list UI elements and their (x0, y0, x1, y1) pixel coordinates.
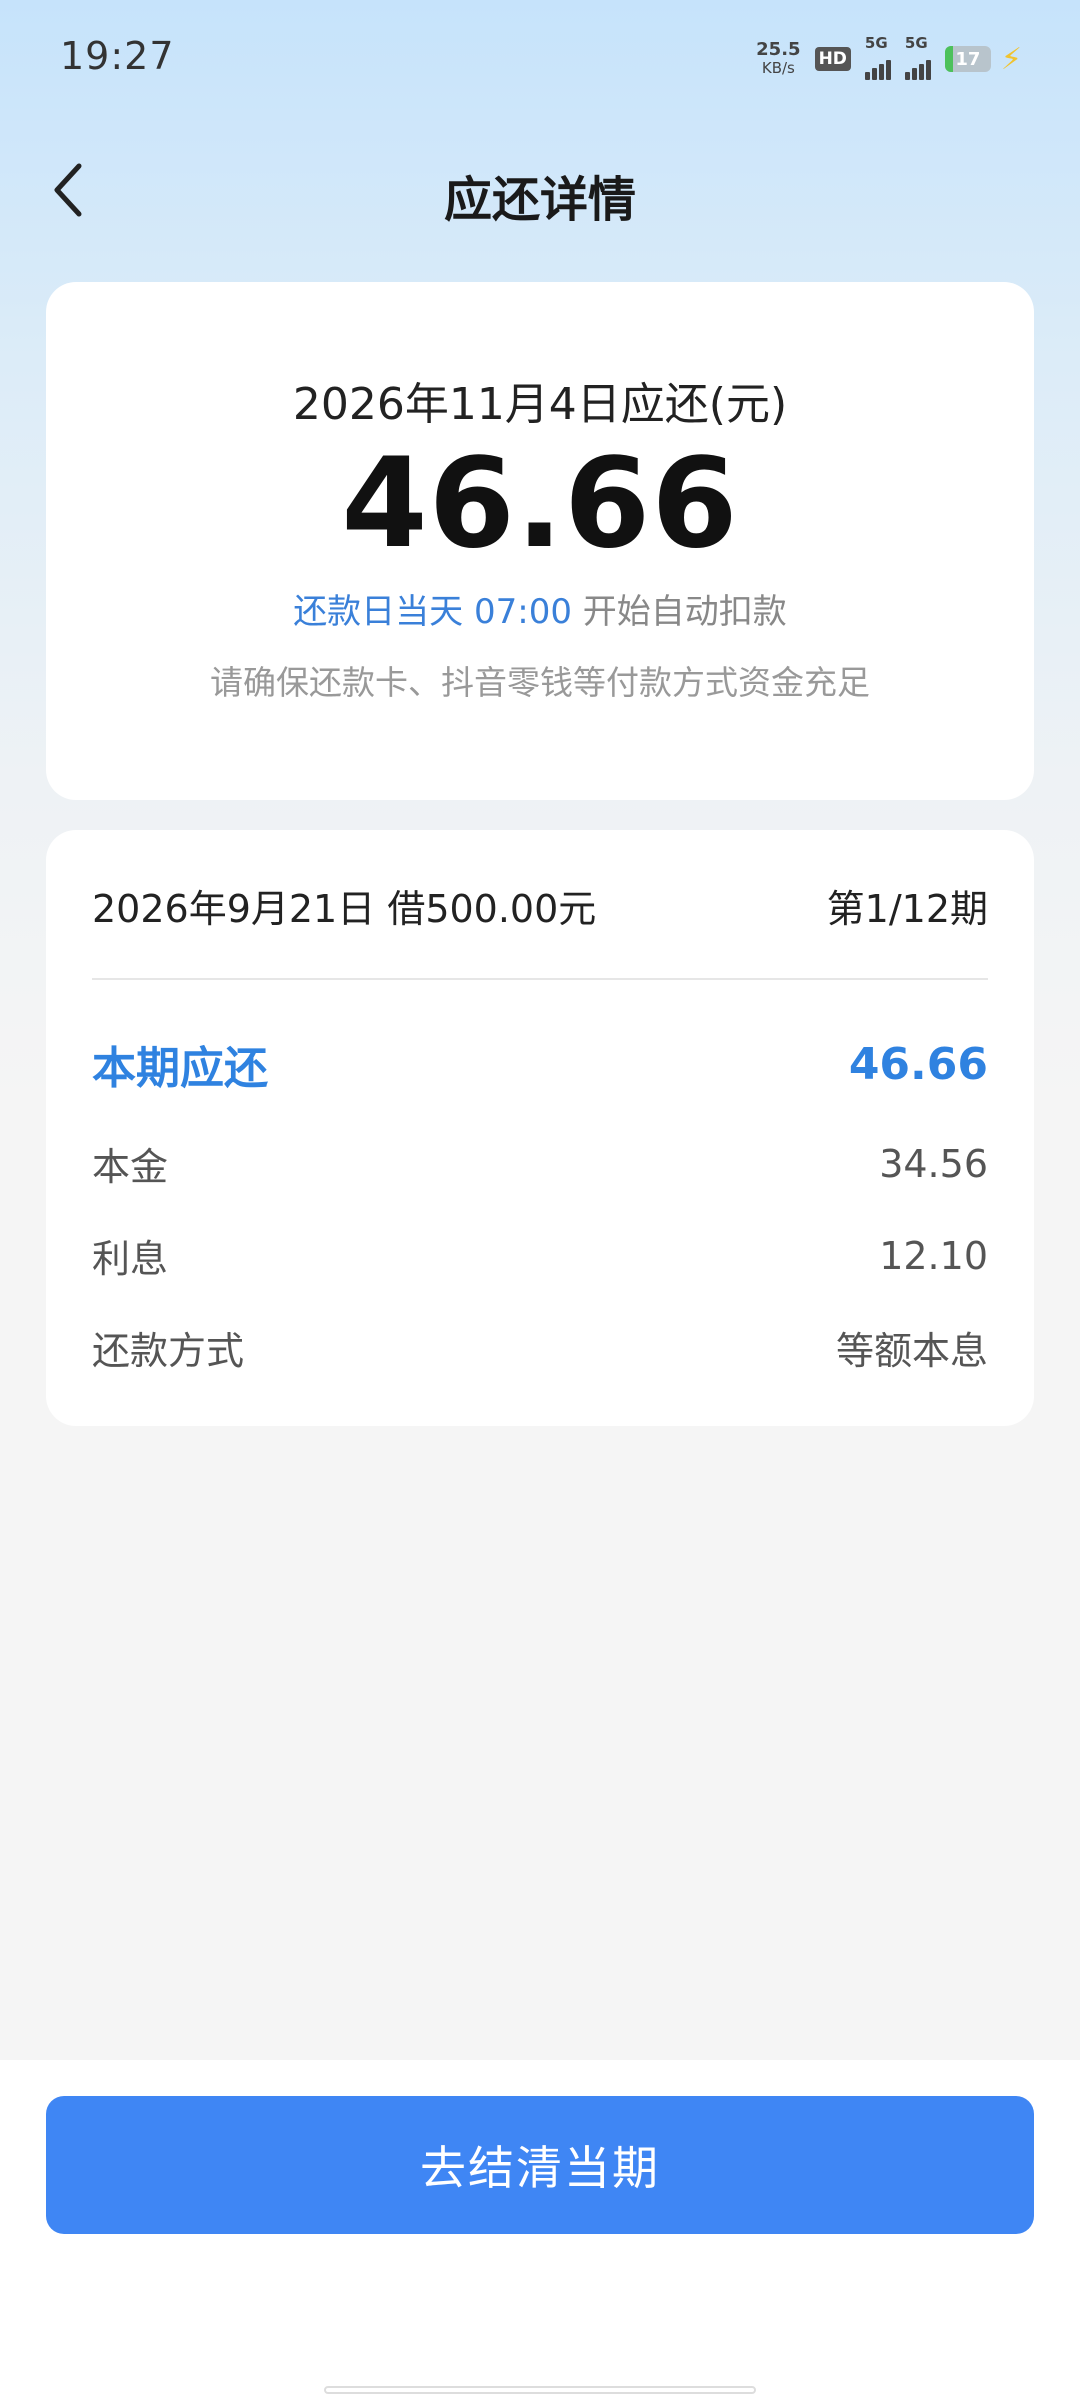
period-label: 第1/12期 (826, 887, 988, 931)
signal-icon-sim2: 5G (904, 34, 931, 80)
auto-debit-info: 还款日当天 07:00 开始自动扣款 (46, 584, 1034, 633)
principal-row: 本金 34.56 (92, 1136, 988, 1191)
battery-level: 17 (955, 48, 981, 70)
summary-card: 2026年11月4日应还(元) 46.66 还款日当天 07:00 开始自动扣款… (46, 282, 1034, 800)
hd-icon: HD (814, 47, 851, 71)
loan-info: 2026年9月21日 借500.00元 (92, 887, 597, 931)
due-date-label: 2026年11月4日应还(元) (292, 379, 788, 430)
detail-card: 2026年9月21日 借500.00元 第1/12期 本期应还 46.66 本金… (46, 830, 1034, 1426)
principal-label: 本金 (92, 1145, 169, 1189)
bottom-bar: 去结清当期 (0, 2060, 1080, 2400)
repayment-method-value: 等额本息 (835, 1329, 988, 1373)
home-indicator[interactable] (324, 2386, 756, 2394)
interest-value: 12.10 (879, 1233, 988, 1278)
current-due-value: 46.66 (848, 1038, 988, 1090)
repayment-method-row: 还款方式 等额本息 (92, 1320, 988, 1375)
status-time: 19:27 (60, 34, 175, 78)
principal-value: 34.56 (879, 1141, 988, 1186)
auto-debit-time: 还款日当天 07:00 (293, 592, 572, 632)
charging-icon: ⚡ (1000, 41, 1022, 77)
funding-note: 请确保还款卡、抖音零钱等付款方式资金充足 (210, 663, 870, 702)
nav-bar: 应还详情 (0, 140, 1080, 240)
current-due-label: 本期应还 (92, 1043, 268, 1094)
sim1-label: 5G (864, 34, 888, 52)
interest-label: 利息 (92, 1237, 169, 1281)
status-icons: 25.5 KB/s HD 5G 5G 17 ⚡ (756, 34, 1022, 80)
current-due-row: 本期应还 46.66 (92, 1032, 988, 1096)
network-speed-unit: KB/s (761, 59, 795, 77)
status-bar: 19:27 25.5 KB/s HD 5G 5G 17 ⚡ (0, 0, 1080, 120)
battery-icon: 17 (944, 46, 991, 72)
battery-fill (944, 46, 953, 72)
interest-row: 利息 12.10 (92, 1228, 988, 1283)
network-speed: 25.5 KB/s (756, 39, 801, 78)
repayment-method-label: 还款方式 (92, 1329, 245, 1373)
sim2-label: 5G (904, 34, 928, 52)
due-amount: 46.66 (341, 432, 739, 576)
settle-current-period-button[interactable]: 去结清当期 (46, 2096, 1034, 2234)
loan-info-row: 2026年9月21日 借500.00元 第1/12期 (92, 878, 988, 933)
signal-icon-sim1: 5G (864, 34, 891, 80)
page-title: 应还详情 (443, 172, 636, 228)
divider (92, 978, 988, 980)
network-speed-value: 25.5 (756, 39, 801, 60)
auto-debit-text: 开始自动扣款 (571, 592, 787, 632)
